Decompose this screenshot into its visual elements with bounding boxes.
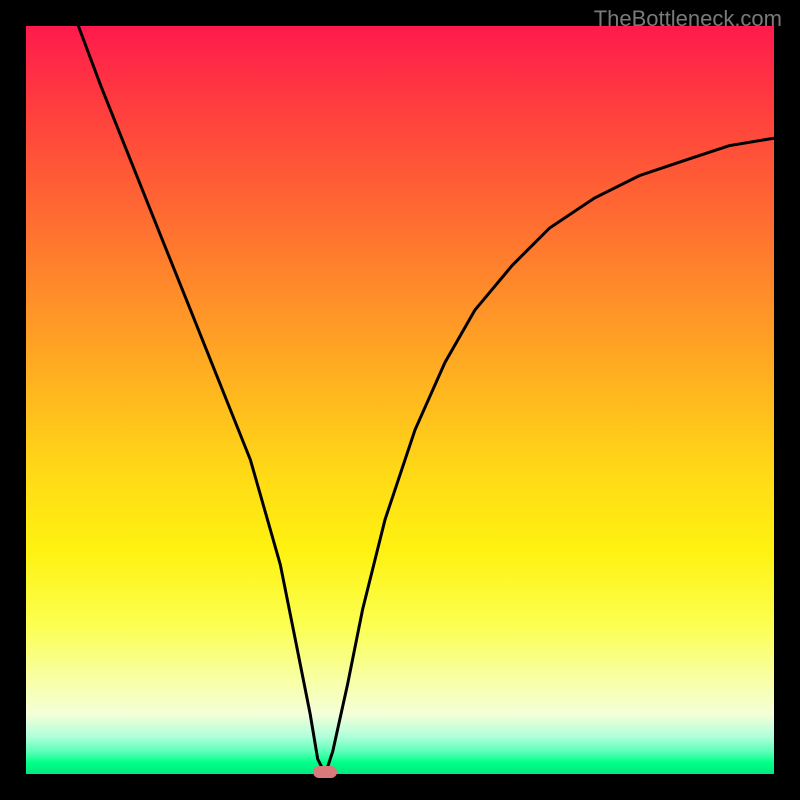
- bottleneck-curve: [78, 26, 774, 774]
- minimum-marker: [313, 766, 337, 778]
- plot-area: [26, 26, 774, 774]
- watermark-text: TheBottleneck.com: [594, 6, 782, 32]
- curve-svg: [26, 26, 774, 774]
